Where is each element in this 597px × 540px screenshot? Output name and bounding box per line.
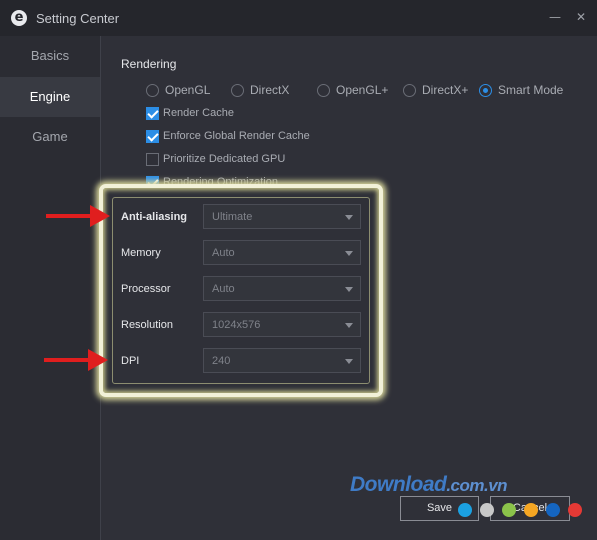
watermark: Download.com.vn	[350, 473, 508, 497]
radio-opengl[interactable]: OpenGL	[146, 82, 210, 98]
radio-indicator	[231, 83, 244, 97]
anti-aliasing-select[interactable]: Ultimate	[203, 204, 361, 229]
watermark-dot-icon	[502, 503, 516, 517]
radio-indicator-selected	[479, 83, 492, 97]
close-button[interactable]: ✕	[573, 9, 589, 25]
radio-label: OpenGL+	[336, 83, 389, 97]
radio-label: Smart Mode	[498, 83, 564, 97]
checkbox-prioritize-dedicated-gpu[interactable]: Prioritize Dedicated GPU	[146, 151, 285, 167]
watermark-dot-icon	[568, 503, 582, 517]
sidebar-item-engine[interactable]: Engine	[0, 77, 100, 117]
watermark-suffix: .com.vn	[446, 476, 508, 495]
processor-select[interactable]: Auto	[203, 276, 361, 301]
checkbox-label: Enforce Global Render Cache	[163, 130, 310, 142]
processor-label: Processor	[121, 283, 171, 295]
resolution-select[interactable]: 1024x576	[203, 312, 361, 337]
dpi-select[interactable]: 240	[203, 348, 361, 373]
chevron-down-icon	[345, 287, 353, 292]
checkbox-checked-indicator	[146, 106, 159, 120]
sidebar-item-basics[interactable]: Basics	[0, 36, 100, 76]
select-value: 240	[212, 355, 231, 367]
resolution-label: Resolution	[121, 319, 173, 331]
radio-indicator	[403, 83, 416, 97]
sidebar: Basics Engine Game	[0, 36, 101, 540]
select-value: Ultimate	[212, 211, 253, 223]
select-value: 1024x576	[212, 319, 261, 331]
memory-label: Memory	[121, 247, 161, 259]
select-value: Auto	[212, 247, 235, 259]
window-title: Setting Center	[36, 11, 120, 26]
radio-indicator	[317, 83, 330, 97]
radio-label: DirectX	[250, 83, 290, 97]
watermark-dot-icon	[480, 503, 494, 517]
radio-directx-plus[interactable]: DirectX+	[403, 82, 468, 98]
radio-label: OpenGL	[165, 83, 211, 97]
radio-opengl-plus[interactable]: OpenGL+	[317, 82, 388, 98]
radio-label: DirectX+	[422, 83, 469, 97]
checkbox-indicator	[146, 152, 159, 166]
app-logo-icon: e	[11, 10, 27, 26]
checkbox-enforce-global-render-cache[interactable]: Enforce Global Render Cache	[146, 128, 310, 144]
chevron-down-icon	[345, 359, 353, 364]
checkbox-label: Prioritize Dedicated GPU	[163, 153, 286, 165]
title-bar: e Setting Center — ✕	[0, 0, 597, 36]
checkbox-label: Render Cache	[163, 107, 234, 119]
chevron-down-icon	[345, 215, 353, 220]
chevron-down-icon	[345, 323, 353, 328]
select-value: Auto	[212, 283, 235, 295]
memory-select[interactable]: Auto	[203, 240, 361, 265]
watermark-dot-icon	[546, 503, 560, 517]
sidebar-item-game[interactable]: Game	[0, 117, 100, 157]
checkbox-render-cache[interactable]: Render Cache	[146, 105, 234, 121]
radio-indicator	[146, 83, 159, 97]
checkbox-checked-indicator	[146, 129, 159, 143]
watermark-dot-icon	[524, 503, 538, 517]
chevron-down-icon	[345, 251, 353, 256]
radio-directx[interactable]: DirectX	[231, 82, 289, 98]
watermark-main: Download	[350, 473, 447, 496]
anti-aliasing-label: Anti-aliasing	[121, 211, 188, 223]
watermark-dot-icon	[458, 503, 472, 517]
radio-smart-mode[interactable]: Smart Mode	[479, 82, 563, 98]
minimize-button[interactable]: —	[547, 9, 563, 25]
rendering-section-title: Rendering	[121, 57, 177, 71]
dpi-label: DPI	[121, 355, 140, 367]
